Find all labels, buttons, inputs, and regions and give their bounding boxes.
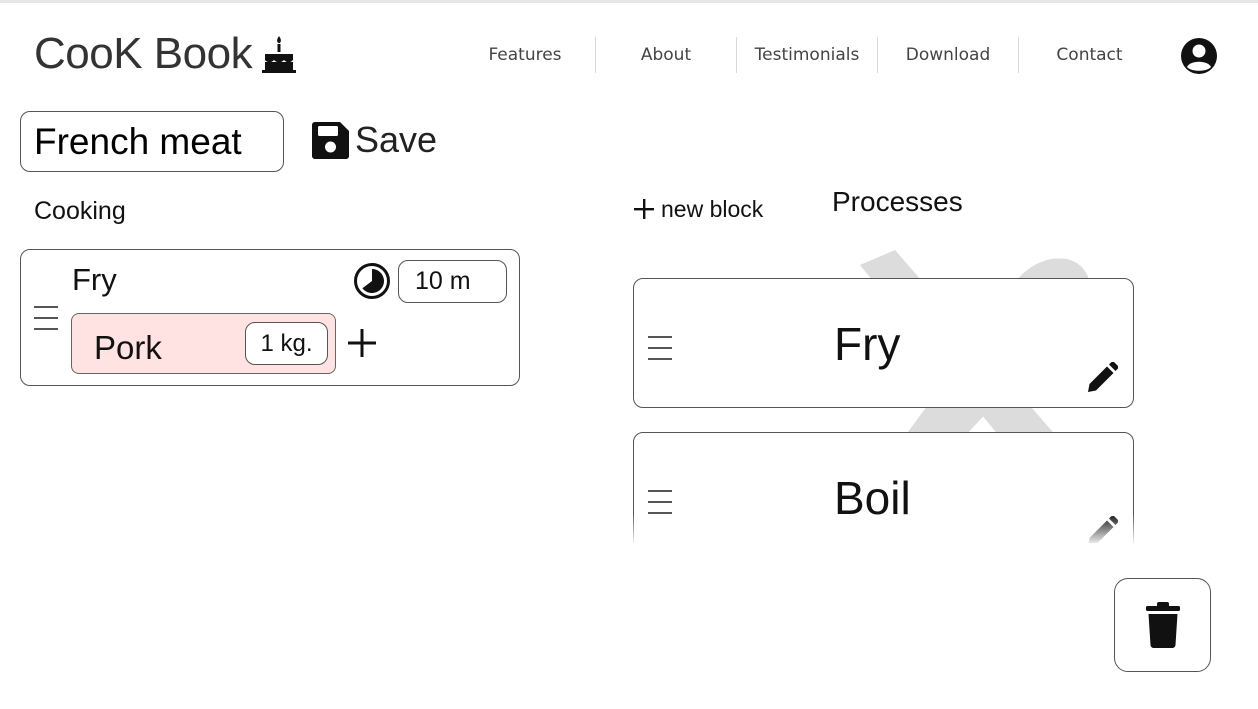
nav-features[interactable]: Features — [455, 37, 596, 73]
new-block-label: new block — [661, 195, 764, 222]
drag-handle-icon[interactable] — [34, 306, 58, 330]
list-fade — [620, 513, 1160, 543]
cooking-block-title: Fry — [72, 262, 117, 297]
cooking-time-input[interactable]: 10 m — [398, 260, 507, 303]
main-nav: Features About Testimonials Download Con… — [455, 37, 1160, 73]
ingredient-chip[interactable]: Pork 1 kg. — [71, 313, 336, 374]
cake-icon — [262, 36, 297, 73]
top-border — [0, 0, 1258, 3]
brand-logo[interactable]: CooK Book — [34, 28, 297, 80]
trash-icon — [1145, 602, 1180, 648]
brand-name: CooK Book — [34, 29, 253, 78]
nav-testimonials[interactable]: Testimonials — [737, 37, 878, 73]
drag-handle-icon[interactable] — [648, 490, 672, 514]
nav-about[interactable]: About — [596, 37, 737, 73]
process-name: Fry — [834, 318, 901, 370]
processes-list[interactable]: Fry Boil — [620, 240, 1160, 543]
nav-download[interactable]: Download — [878, 37, 1019, 73]
clock-icon[interactable] — [353, 262, 391, 300]
ingredient-quantity-input[interactable]: 1 kg. — [245, 322, 328, 365]
processes-title: Processes — [832, 186, 963, 217]
pencil-icon[interactable] — [1086, 362, 1118, 394]
process-card[interactable]: Fry — [633, 278, 1134, 408]
cooking-section-label: Cooking — [34, 197, 126, 225]
plus-icon — [634, 199, 654, 219]
floppy-disk-icon — [312, 121, 349, 159]
nav-contact[interactable]: Contact — [1019, 37, 1160, 73]
cooking-block: Fry 10 m Pork 1 kg. — [20, 249, 520, 386]
new-block-button[interactable]: new block — [633, 192, 763, 226]
plus-icon[interactable] — [346, 327, 378, 359]
drag-handle-icon[interactable] — [648, 336, 672, 360]
user-circle-icon[interactable] — [1180, 37, 1218, 75]
save-label: Save — [355, 119, 438, 160]
ingredient-name: Pork — [94, 329, 162, 366]
save-button[interactable]: Save — [312, 117, 437, 163]
recipe-title-input[interactable] — [20, 111, 284, 172]
delete-button[interactable] — [1114, 578, 1211, 672]
